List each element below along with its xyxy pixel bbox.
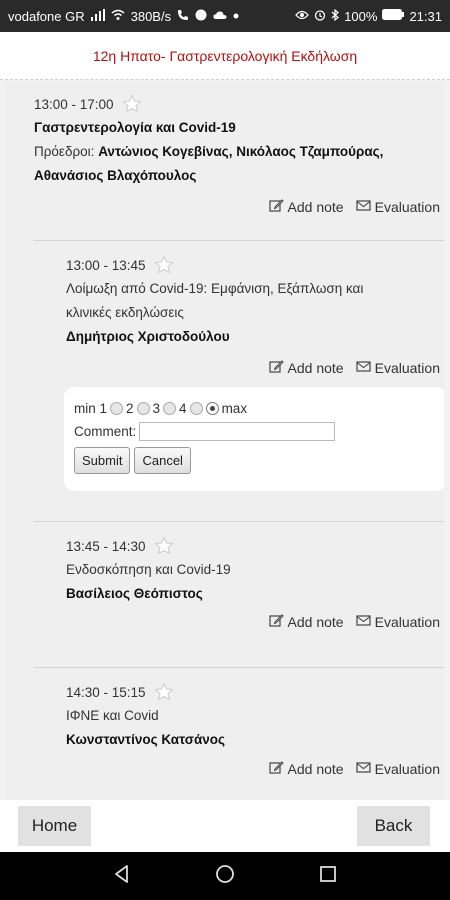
rating-row: min 1 2 3 4 max (74, 401, 436, 416)
back-button[interactable]: Back (357, 806, 430, 846)
submit-button[interactable]: Submit (74, 447, 131, 474)
back-triangle-icon[interactable] (111, 863, 133, 890)
evaluation-label: Evaluation (374, 761, 440, 777)
envelope-icon (356, 198, 371, 216)
envelope-icon (356, 613, 371, 631)
talk-time-row: 13:45 - 14:30 (66, 536, 436, 556)
clock: 21:31 (409, 8, 442, 24)
rating-radio-3[interactable] (163, 402, 177, 415)
talk-actions: Add note Evaluation (268, 760, 440, 778)
talk-item: 14:30 - 15:15 ΙΦΝΕ και Covid Κωνσταντίνο… (66, 682, 436, 747)
add-note-label: Add note (287, 360, 344, 376)
cloud-icon (213, 10, 227, 23)
session-block: 13:00 - 17:00 Γαστρεντερολογία και Covid… (34, 94, 444, 188)
bluetooth-icon (331, 8, 340, 24)
session-title: Γαστρεντερολογία και Covid-19 (34, 120, 236, 135)
evaluation-form: min 1 2 3 4 max Comment: Submit Cancel (64, 387, 444, 491)
app-header: 12η Ηπατο- Γαστρεντερολογική Εκδήλωση (0, 32, 450, 80)
edit-icon (268, 613, 284, 631)
talk-speaker: Κωνσταντίνος Κατσάνος (66, 732, 226, 747)
status-bar: vodafone GR 380B/s 100% 21:31 (0, 0, 450, 32)
divider (34, 240, 444, 241)
home-button[interactable]: Home (18, 806, 91, 846)
talk-title: ΙΦΝΕ και Covid (66, 708, 159, 723)
favorite-star-icon[interactable] (153, 536, 174, 556)
eye-icon (295, 10, 310, 23)
favorite-star-icon[interactable] (153, 255, 174, 275)
recents-square-icon[interactable] (317, 863, 339, 890)
talk-actions: Add note Evaluation (268, 613, 440, 631)
envelope-icon (356, 359, 371, 377)
rating-radio-5[interactable] (205, 402, 219, 415)
page-title: 12η Ηπατο- Γαστρεντερολογική Εκδήλωση (92, 47, 358, 64)
add-note-label: Add note (287, 614, 344, 630)
divider (34, 667, 444, 668)
notification-dot-icon (233, 10, 239, 22)
program-list[interactable]: 13:00 - 17:00 Γαστρεντερολογία και Covid… (6, 82, 444, 800)
edit-icon (268, 760, 284, 778)
battery-percent: 100% (344, 8, 378, 24)
evaluation-button[interactable]: Evaluation (356, 198, 440, 216)
comment-row: Comment: (74, 422, 436, 441)
rating-radio-1[interactable] (110, 402, 124, 415)
chairs-label: Πρόεδροι: (34, 144, 95, 159)
add-note-label: Add note (287, 761, 344, 777)
talk-title: Λοίμωξη από Covid-19: Εμφάνιση, Εξάπλωση… (66, 281, 364, 320)
rating-radio-4[interactable] (189, 402, 203, 415)
bottom-nav: Home Back (0, 800, 450, 852)
evaluation-label: Evaluation (374, 614, 440, 630)
favorite-star-icon[interactable] (153, 682, 174, 702)
comment-label: Comment: (74, 424, 137, 439)
edit-icon (268, 359, 284, 377)
phone-icon (177, 9, 189, 24)
talk-item: 13:45 - 14:30 Ενδοσκόπηση και Covid-19 Β… (66, 536, 436, 601)
add-note-label: Add note (287, 199, 344, 215)
form-buttons: Submit Cancel (74, 447, 436, 474)
edit-icon (268, 198, 284, 216)
add-note-button[interactable]: Add note (268, 760, 344, 778)
talk-time-row: 13:00 - 13:45 (66, 255, 436, 275)
talk-time: 13:45 - 14:30 (66, 538, 146, 554)
signal-icon (90, 8, 105, 24)
evaluation-label: Evaluation (374, 199, 440, 215)
rating-option-label: 2 (126, 401, 134, 416)
carrier-name: vodafone GR (8, 8, 85, 24)
battery-icon (382, 9, 405, 23)
envelope-icon (356, 760, 371, 778)
home-circle-icon[interactable] (214, 863, 236, 890)
evaluation-label: Evaluation (374, 360, 440, 376)
talk-actions: Add note Evaluation (268, 359, 440, 377)
session-time-row: 13:00 - 17:00 (34, 94, 444, 114)
add-note-button[interactable]: Add note (268, 359, 344, 377)
add-note-button[interactable]: Add note (268, 613, 344, 631)
wifi-icon (111, 9, 125, 24)
talk-time-row: 14:30 - 15:15 (66, 682, 436, 702)
cancel-button[interactable]: Cancel (134, 447, 191, 474)
talk-speaker: Βασίλειος Θεόπιστος (66, 586, 203, 601)
messenger-icon (195, 9, 207, 24)
rating-option-label: 4 (179, 401, 187, 416)
rating-min-label: min 1 (74, 401, 108, 416)
rating-radio-2[interactable] (136, 402, 150, 415)
evaluation-button[interactable]: Evaluation (356, 760, 440, 778)
session-actions: Add note Evaluation (268, 198, 440, 216)
talk-time: 14:30 - 15:15 (66, 684, 146, 700)
talk-time: 13:00 - 13:45 (66, 257, 146, 273)
alarm-icon (314, 9, 326, 24)
talk-title: Ενδοσκόπηση και Covid-19 (66, 562, 231, 577)
evaluation-button[interactable]: Evaluation (356, 613, 440, 631)
rating-max-label: max (221, 401, 248, 416)
session-time: 13:00 - 17:00 (34, 96, 114, 112)
system-nav-bar (0, 852, 450, 900)
evaluation-button[interactable]: Evaluation (356, 359, 440, 377)
divider (34, 521, 444, 522)
comment-input[interactable] (139, 422, 336, 441)
session-chairs: Πρόεδροι: Αντώνιος Κογεβίνας, Νικόλαος Τ… (34, 140, 434, 188)
add-note-button[interactable]: Add note (268, 198, 344, 216)
favorite-star-icon[interactable] (121, 94, 142, 114)
talk-item: 13:00 - 13:45 Λοίμωξη από Covid-19: Εμφά… (66, 255, 436, 344)
rating-option-label: 3 (152, 401, 161, 416)
network-speed: 380B/s (130, 8, 172, 24)
talk-speaker: Δημήτριος Χριστοδούλου (66, 329, 230, 344)
